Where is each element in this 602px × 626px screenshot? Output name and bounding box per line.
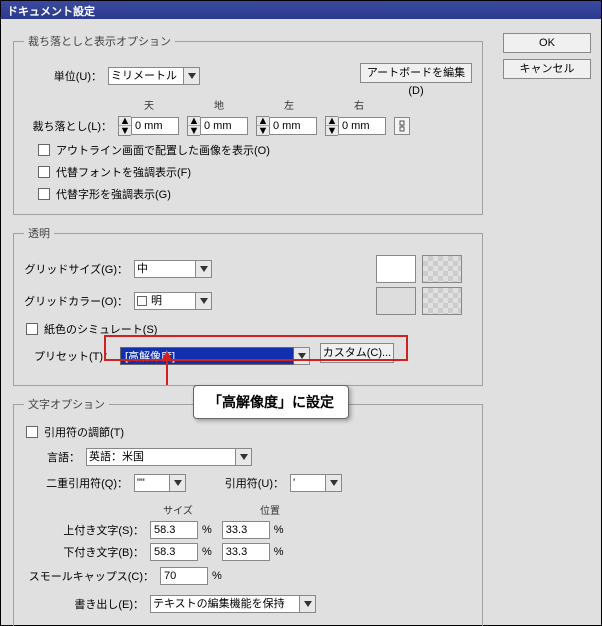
bleed-label: 裁ち落とし(L)： bbox=[24, 118, 112, 134]
bleed-bottom-input[interactable] bbox=[200, 117, 248, 135]
superscript-pos-input[interactable] bbox=[222, 521, 270, 539]
language-label: 言語： bbox=[24, 449, 80, 465]
grid-color-arrow[interactable] bbox=[196, 292, 212, 310]
unit-select-arrow[interactable] bbox=[184, 67, 200, 85]
document-setup-dialog: ドキュメント設定 OK キャンセル 裁ち落としと表示オプション 単位(U)： ミ… bbox=[0, 0, 602, 626]
edit-artboards-button[interactable]: アートボードを編集(D) bbox=[360, 63, 472, 83]
grid-color-value: 明 bbox=[151, 293, 162, 309]
col-size: サイズ bbox=[146, 502, 210, 517]
language-arrow[interactable] bbox=[236, 448, 252, 466]
transparency-swatch-checker2[interactable] bbox=[422, 287, 462, 315]
subscript-size-input[interactable] bbox=[150, 543, 198, 561]
double-quote-select[interactable]: "" bbox=[134, 474, 170, 492]
col-left: 左 bbox=[254, 97, 324, 112]
subscript-pos-input[interactable] bbox=[222, 543, 270, 561]
grid-color-label: グリッドカラー(O)： bbox=[24, 293, 128, 309]
highlight-glyphs-checkbox[interactable] bbox=[38, 188, 50, 200]
double-quote-label: 二重引用符(Q)： bbox=[24, 475, 128, 491]
preset-select[interactable]: [高解像度] bbox=[120, 347, 294, 365]
smallcaps-input[interactable] bbox=[160, 567, 208, 585]
export-arrow[interactable] bbox=[300, 595, 316, 613]
bleed-right-spinner[interactable]: ▲▼ bbox=[325, 116, 338, 136]
grid-color-select[interactable]: 明 bbox=[134, 292, 196, 310]
grid-size-arrow[interactable] bbox=[196, 260, 212, 278]
type-legend: 文字オプション bbox=[24, 396, 109, 412]
export-label: 書き出し(E)： bbox=[24, 596, 144, 612]
col-pos: 位置 bbox=[238, 502, 302, 517]
ok-button[interactable]: OK bbox=[503, 33, 591, 53]
single-quote-arrow[interactable] bbox=[326, 474, 342, 492]
language-select[interactable]: 英語：米国 bbox=[86, 448, 236, 466]
bleed-top-input[interactable] bbox=[131, 117, 179, 135]
simulate-paper-label: 紙色のシミュレート(S) bbox=[44, 321, 157, 337]
single-quote-select[interactable]: ' bbox=[290, 474, 326, 492]
cancel-button[interactable]: キャンセル bbox=[503, 59, 591, 79]
simulate-paper-checkbox[interactable] bbox=[26, 323, 38, 335]
grid-color-swatch-icon bbox=[137, 296, 147, 306]
col-top: 天 bbox=[114, 97, 184, 112]
bleed-left-input[interactable] bbox=[269, 117, 317, 135]
annotation-arrow bbox=[157, 351, 197, 391]
transparency-swatch-checker[interactable] bbox=[422, 255, 462, 283]
bleed-legend: 裁ち落としと表示オプション bbox=[24, 33, 175, 49]
annotation-callout: 「高解像度」に設定 bbox=[193, 385, 349, 419]
adjust-quotes-checkbox[interactable] bbox=[26, 426, 38, 438]
col-bottom: 地 bbox=[184, 97, 254, 112]
unit-label: 単位(U)： bbox=[24, 68, 102, 84]
adjust-quotes-label: 引用符の調節(T) bbox=[44, 424, 124, 440]
highlight-glyphs-label: 代替字形を強調表示(G) bbox=[56, 186, 171, 202]
bleed-link-icon[interactable] bbox=[394, 117, 410, 135]
bleed-view-group: 裁ち落としと表示オプション 単位(U)： ミリメートル アートボードを編集(D)… bbox=[13, 33, 483, 215]
pct4: % bbox=[274, 546, 284, 558]
bleed-bottom-spinner[interactable]: ▲▼ bbox=[187, 116, 200, 136]
unit-select[interactable]: ミリメートル bbox=[108, 67, 184, 85]
bleed-right-input[interactable] bbox=[338, 117, 386, 135]
transparency-swatch-gray[interactable] bbox=[376, 287, 416, 315]
outline-images-checkbox[interactable] bbox=[38, 144, 50, 156]
pct5: % bbox=[212, 570, 222, 582]
export-select[interactable]: テキストの編集機能を保持 bbox=[150, 595, 300, 613]
transparency-legend: 透明 bbox=[24, 225, 54, 241]
transparency-swatch-white[interactable] bbox=[376, 255, 416, 283]
preset-arrow[interactable] bbox=[294, 347, 310, 365]
bleed-left-spinner[interactable]: ▲▼ bbox=[256, 116, 269, 136]
double-quote-arrow[interactable] bbox=[170, 474, 186, 492]
pct2: % bbox=[274, 524, 284, 536]
grid-size-label: グリッドサイズ(G)： bbox=[24, 261, 128, 277]
highlight-fonts-label: 代替フォントを強調表示(F) bbox=[56, 164, 191, 180]
preset-label: プリセット(T)： bbox=[24, 348, 114, 364]
superscript-size-input[interactable] bbox=[150, 521, 198, 539]
subscript-label: 下付き文字(B)： bbox=[24, 544, 144, 560]
highlight-fonts-checkbox[interactable] bbox=[38, 166, 50, 178]
pct1: % bbox=[202, 524, 212, 536]
type-options-group: 文字オプション 引用符の調節(T) 言語： 英語：米国 二重引用符(Q)： "" bbox=[13, 396, 483, 626]
col-right: 右 bbox=[324, 97, 394, 112]
bleed-top-spinner[interactable]: ▲▼ bbox=[118, 116, 131, 136]
custom-preset-button[interactable]: カスタム(C)... bbox=[320, 343, 394, 363]
dialog-title: ドキュメント設定 bbox=[1, 1, 601, 19]
grid-size-select[interactable]: 中 bbox=[134, 260, 196, 278]
smallcaps-label: スモールキャップス(C)： bbox=[24, 568, 154, 584]
single-quote-label: 引用符(U)： bbox=[214, 475, 284, 491]
superscript-label: 上付き文字(S)： bbox=[24, 522, 144, 538]
pct3: % bbox=[202, 546, 212, 558]
transparency-group: 透明 グリッドサイズ(G)： 中 グリッドカラー(O)： bbox=[13, 225, 483, 386]
outline-images-label: アウトライン画面で配置した画像を表示(O) bbox=[56, 142, 270, 158]
